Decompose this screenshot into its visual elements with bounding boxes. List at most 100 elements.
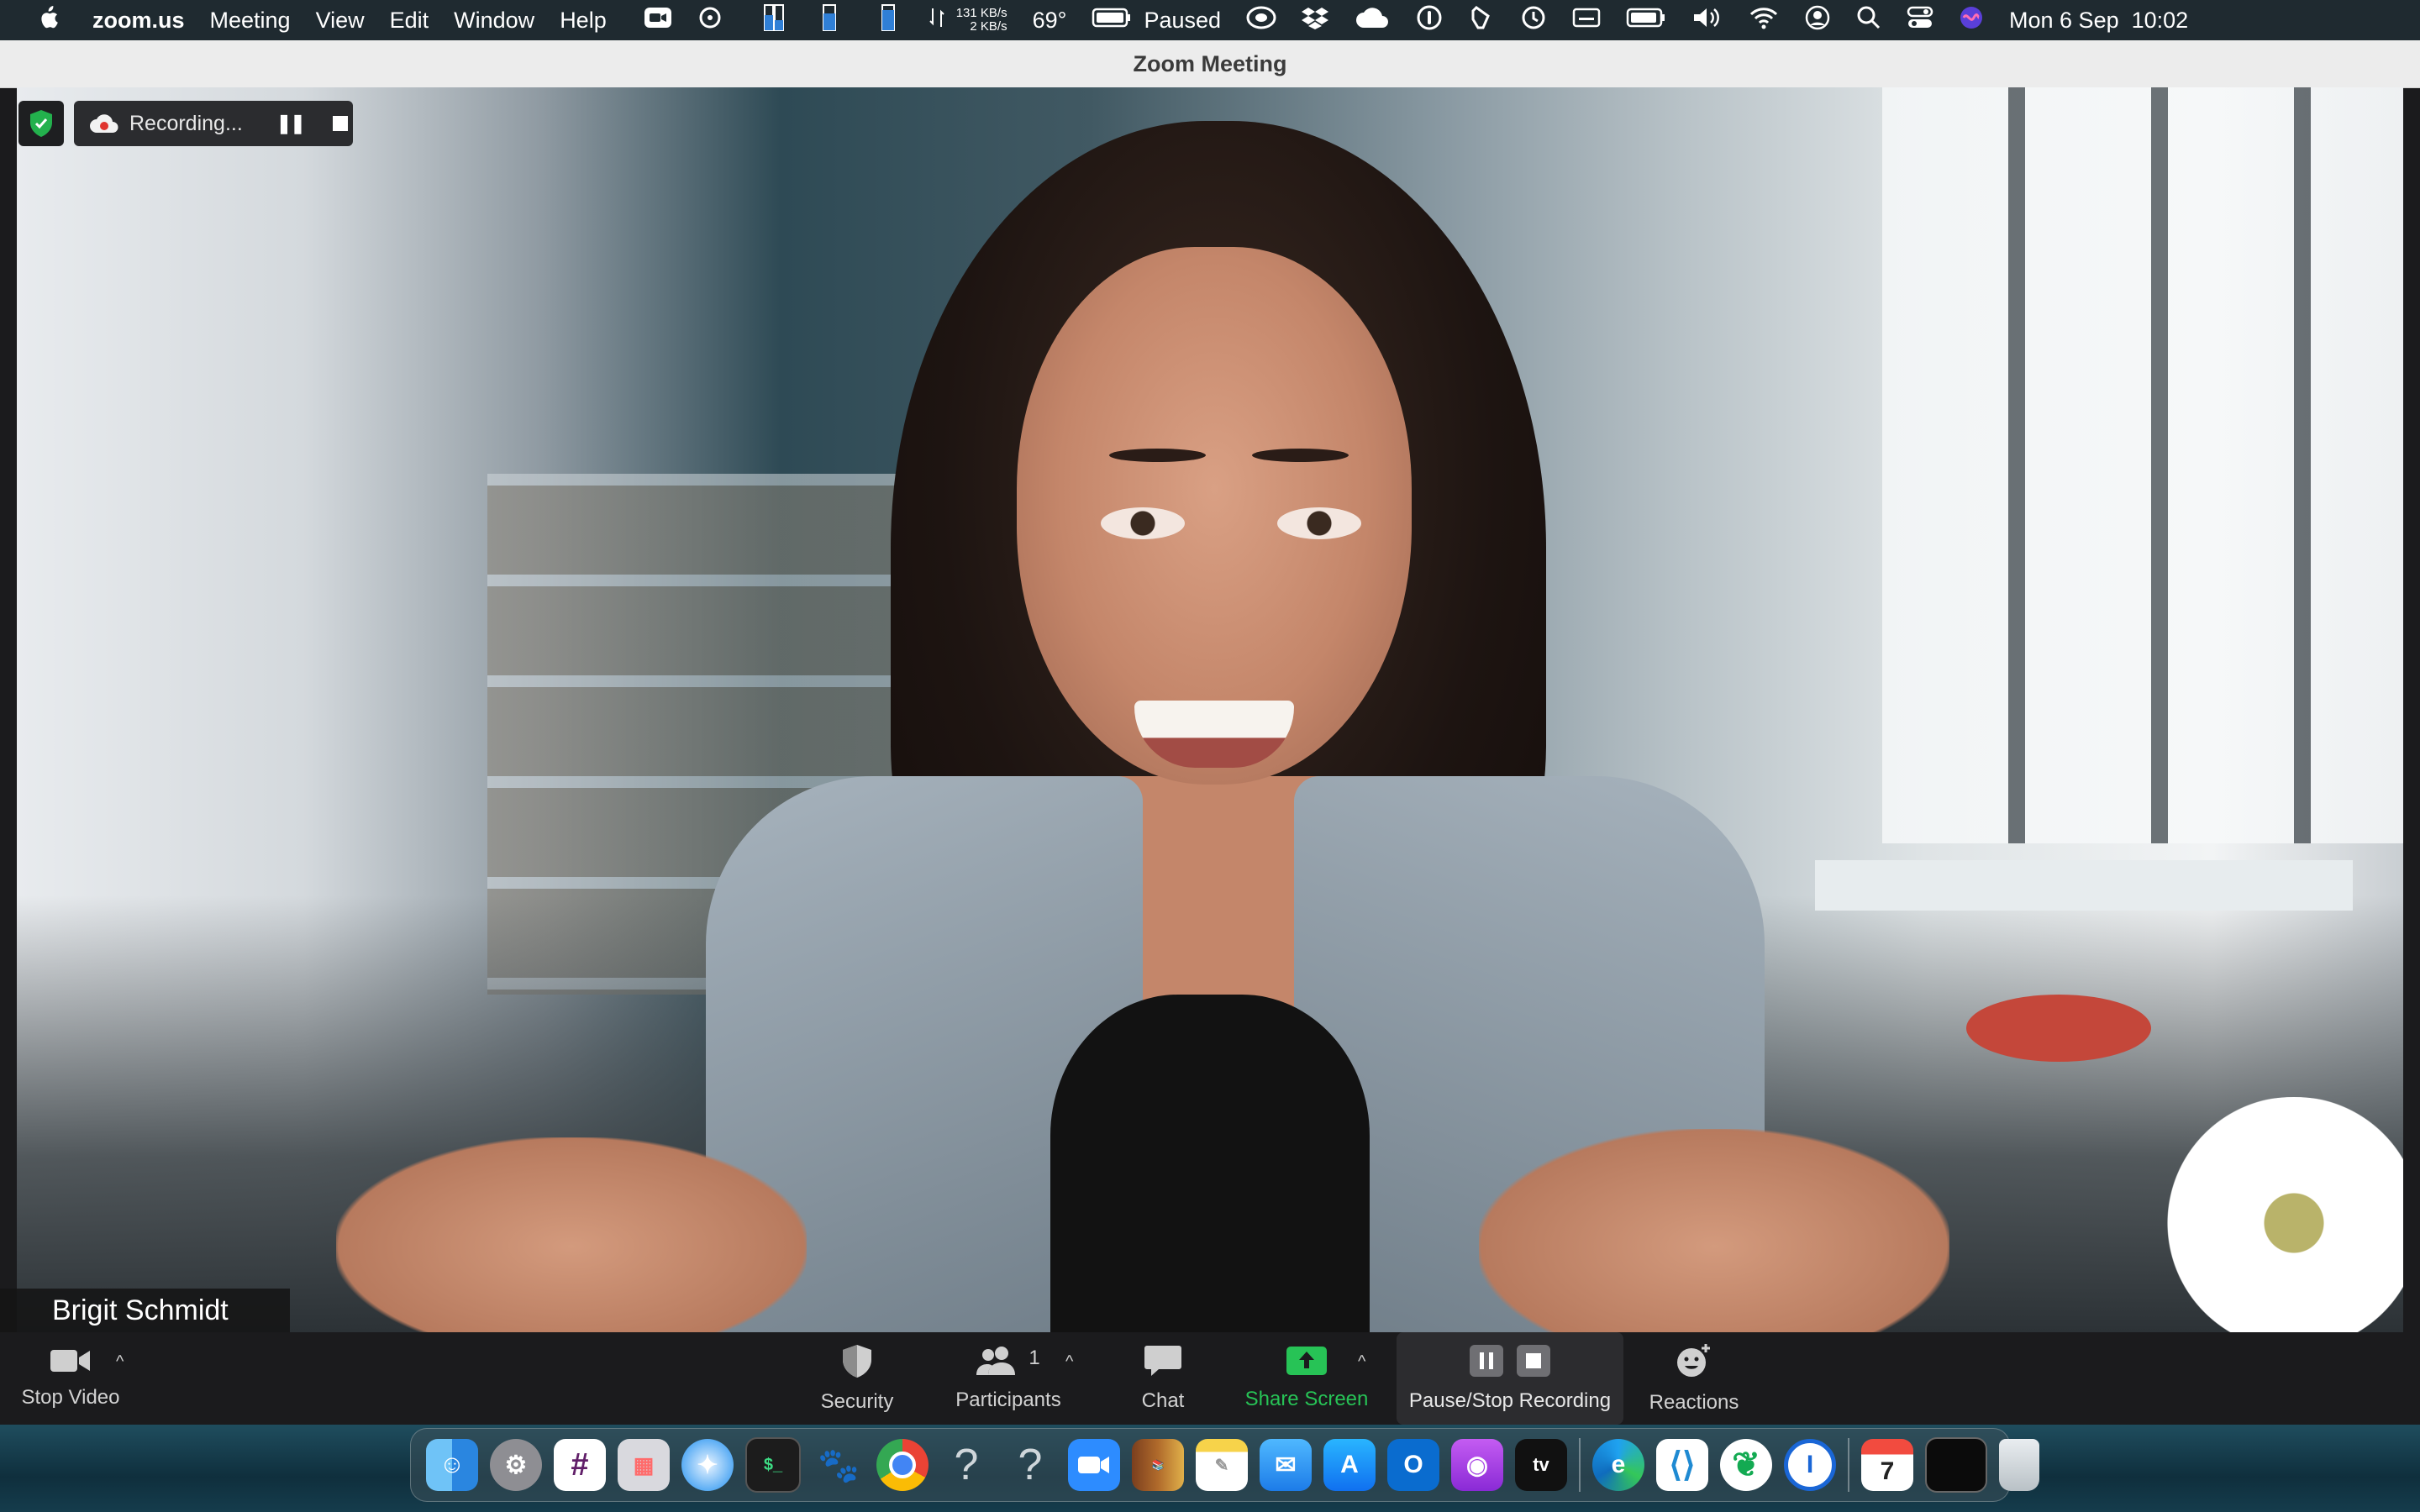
apple-menu-icon[interactable]	[37, 5, 59, 36]
cloud-icon[interactable]	[1354, 6, 1391, 35]
network-speed[interactable]: 131 KB/s 2 KB/s	[956, 7, 1007, 34]
window-title-bar: Zoom Meeting	[0, 40, 2420, 88]
share-screen-label: Share Screen	[1244, 1388, 1369, 1410]
fan-control-icon[interactable]	[697, 5, 728, 36]
wifi-icon[interactable]	[1749, 5, 1779, 36]
share-screen-button[interactable]: Share Screen	[1235, 1332, 1378, 1425]
pause-recording-icon[interactable]: ❚❚	[276, 113, 306, 134]
menu-edit[interactable]: Edit	[390, 8, 429, 34]
participant-hand-left	[336, 1137, 807, 1332]
chat-bubble-icon	[1144, 1346, 1181, 1376]
background-desk	[1815, 860, 2353, 911]
chat-button[interactable]: Chat	[1121, 1332, 1205, 1425]
mail-icon[interactable]: ✉	[1260, 1439, 1312, 1491]
vpn-icon[interactable]	[1246, 5, 1276, 36]
recording-indicator: Recording... ❚❚	[74, 101, 353, 146]
apple-tv-icon[interactable]: tv	[1515, 1439, 1567, 1491]
keyboard-menu-icon[interactable]	[1572, 6, 1601, 35]
finder-icon[interactable]: ☺	[426, 1439, 478, 1491]
podcasts-icon[interactable]: ◉	[1451, 1439, 1503, 1491]
dock-separator	[1579, 1438, 1581, 1492]
participant-shirt	[1050, 995, 1370, 1332]
unknown-app-icon[interactable]: ?	[940, 1439, 992, 1491]
video-feed[interactable]	[17, 87, 2403, 1332]
window-title: Zoom Meeting	[1133, 51, 1287, 76]
search-icon[interactable]	[1856, 5, 1881, 36]
pause-icon	[1470, 1345, 1503, 1377]
pause-stop-recording-button[interactable]: Pause/Stop Recording	[1397, 1332, 1623, 1425]
terminal-icon[interactable]: $_	[745, 1437, 801, 1493]
menu-help[interactable]: Help	[560, 8, 607, 34]
control-center-icon[interactable]	[1907, 5, 1933, 36]
encryption-badge[interactable]	[18, 101, 64, 146]
media-status[interactable]: Paused	[1144, 8, 1221, 34]
cpu-meter-icon[interactable]	[753, 3, 786, 38]
participants-options-caret-icon[interactable]: ^	[1065, 1352, 1073, 1372]
screen-icon[interactable]	[1925, 1437, 1987, 1493]
reactions-label: Reactions	[1649, 1391, 1739, 1414]
outlook-icon[interactable]: O	[1387, 1439, 1439, 1491]
dropbox-icon[interactable]	[1302, 5, 1329, 36]
1password-icon[interactable]: I	[1784, 1439, 1836, 1491]
clock[interactable]: Mon 6 Sep 10:02	[2009, 8, 2188, 34]
slack-icon[interactable]: #	[554, 1439, 606, 1491]
menu-meeting[interactable]: Meeting	[210, 8, 291, 34]
1password-menu-icon[interactable]	[1416, 4, 1443, 37]
chrome-icon[interactable]	[876, 1439, 929, 1491]
reactions-smiley-icon	[1677, 1344, 1710, 1377]
mongodb-compass-icon[interactable]: ❦	[1720, 1439, 1772, 1491]
participant-brow-left	[1109, 449, 1206, 462]
participant-eye-left	[1101, 507, 1185, 539]
temperature-readout[interactable]: 69°	[1033, 8, 1067, 34]
net-upload: 131 KB/s	[955, 6, 1007, 20]
gimp-icon[interactable]: 🐾	[813, 1439, 865, 1491]
participant-brow-right	[1252, 449, 1349, 462]
zoom-status-icon[interactable]	[644, 6, 672, 35]
pause-stop-recording-label: Pause/Stop Recording	[1408, 1389, 1612, 1412]
app-menu[interactable]: zoom.us	[92, 8, 185, 34]
network-arrows-icon	[929, 5, 944, 36]
ssd-meter-icon[interactable]	[871, 3, 904, 38]
calibre-icon[interactable]: 📚	[1132, 1439, 1184, 1491]
volume-icon[interactable]	[1691, 5, 1723, 36]
unknown-app-icon[interactable]: ?	[1004, 1439, 1056, 1491]
participant-name-tag: Brigit Schmidt	[0, 1289, 290, 1332]
time-machine-icon[interactable]	[1520, 4, 1547, 37]
stop-recording-icon[interactable]	[332, 116, 348, 131]
video-camera-icon	[50, 1350, 90, 1372]
participants-button[interactable]: 1 Participants	[950, 1332, 1067, 1425]
participants-count: 1	[1028, 1347, 1040, 1369]
dock-separator	[1848, 1438, 1849, 1492]
battery-status-icon[interactable]	[1092, 5, 1132, 36]
menu-window[interactable]: Window	[454, 8, 534, 34]
reactions-button[interactable]: Reactions	[1644, 1332, 1744, 1425]
user-account-icon[interactable]	[1804, 4, 1831, 37]
participant-name: Brigit Schmidt	[52, 1294, 229, 1326]
siri-icon[interactable]	[1959, 5, 1984, 36]
background-windows	[1882, 87, 2403, 843]
hand-menu-icon[interactable]	[1468, 4, 1495, 37]
launchpad-icon[interactable]: ▦	[618, 1439, 670, 1491]
notes-icon[interactable]: ✎	[1196, 1439, 1248, 1491]
video-options-caret-icon[interactable]: ^	[116, 1352, 124, 1372]
menu-view[interactable]: View	[316, 8, 365, 34]
memory-meter-icon[interactable]	[812, 3, 845, 38]
safari-icon[interactable]: ✦	[681, 1439, 734, 1491]
cloud-recording-icon	[90, 114, 118, 133]
participant-hand-right	[1479, 1129, 1949, 1332]
participants-label: Participants	[955, 1389, 1061, 1411]
share-options-caret-icon[interactable]: ^	[1358, 1352, 1365, 1372]
trash-icon[interactable]	[1999, 1439, 2039, 1491]
vscode-icon[interactable]: ⟨⟩	[1656, 1439, 1708, 1491]
calendar-icon[interactable]: 7	[1861, 1439, 1913, 1491]
meeting-toolbar: Stop Video ^ Security 1 Participants ^ C…	[0, 1332, 2420, 1425]
stop-video-button[interactable]: Stop Video	[12, 1332, 129, 1425]
dock: ☺ ⚙ # ▦ ✦ $_ 🐾 ? ? 📚 ✎ ✉ A O ◉ tv e ⟨⟩ ❦…	[410, 1428, 2039, 1502]
zoom-icon[interactable]	[1068, 1439, 1120, 1491]
menu-bar: zoom.us Meeting View Edit Window Help 13…	[0, 0, 2420, 40]
app-store-icon[interactable]: A	[1323, 1439, 1376, 1491]
system-preferences-icon[interactable]: ⚙	[490, 1439, 542, 1491]
battery-icon[interactable]	[1626, 5, 1666, 36]
edge-icon[interactable]: e	[1592, 1439, 1644, 1491]
security-button[interactable]: Security	[807, 1332, 908, 1425]
